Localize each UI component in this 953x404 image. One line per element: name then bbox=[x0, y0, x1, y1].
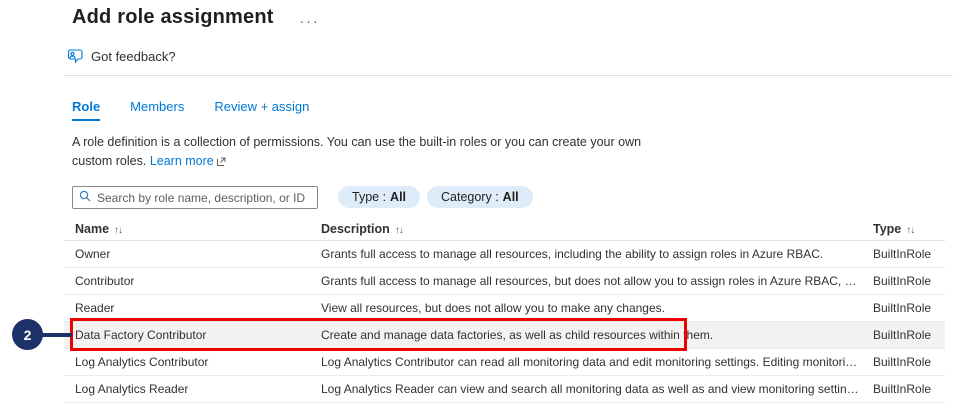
roles-table: Name↑↓ Description↑↓ Type↑↓ Owner Grants… bbox=[64, 218, 945, 403]
search-icon bbox=[79, 189, 91, 207]
role-description: Create and manage data factories, as wel… bbox=[310, 328, 862, 342]
type-filter-value: All bbox=[390, 190, 406, 204]
tab-members[interactable]: Members bbox=[130, 99, 184, 121]
sort-icon: ↑↓ bbox=[114, 225, 122, 236]
got-feedback-button[interactable]: Got feedback? bbox=[66, 49, 176, 64]
table-header-row: Name↑↓ Description↑↓ Type↑↓ bbox=[64, 218, 945, 241]
column-header-name[interactable]: Name↑↓ bbox=[64, 222, 310, 236]
type-filter-label: Type : bbox=[352, 190, 386, 204]
annotation-step-badge: 2 bbox=[12, 319, 43, 350]
feedback-label: Got feedback? bbox=[91, 49, 176, 64]
role-description: Log Analytics Contributor can read all m… bbox=[310, 355, 862, 369]
table-row-reader[interactable]: Reader View all resources, but does not … bbox=[64, 295, 945, 322]
role-type: BuiltInRole bbox=[862, 355, 945, 369]
role-type: BuiltInRole bbox=[862, 247, 945, 261]
tab-review-assign[interactable]: Review + assign bbox=[214, 99, 309, 121]
table-row-log-analytics-reader[interactable]: Log Analytics Reader Log Analytics Reade… bbox=[64, 376, 945, 403]
role-name: Contributor bbox=[64, 274, 310, 288]
table-row-owner[interactable]: Owner Grants full access to manage all r… bbox=[64, 241, 945, 268]
learn-more-label: Learn more bbox=[150, 154, 214, 168]
role-name: Owner bbox=[64, 247, 310, 261]
role-description: Grants full access to manage all resourc… bbox=[310, 247, 862, 261]
role-name: Log Analytics Contributor bbox=[64, 355, 310, 369]
sort-icon: ↑↓ bbox=[395, 225, 403, 236]
role-description: Grants full access to manage all resourc… bbox=[310, 274, 862, 288]
column-header-description[interactable]: Description↑↓ bbox=[310, 222, 862, 236]
feedback-icon bbox=[66, 49, 83, 64]
role-type: BuiltInRole bbox=[862, 301, 945, 315]
tab-role[interactable]: Role bbox=[72, 99, 100, 121]
table-row-log-analytics-contributor[interactable]: Log Analytics Contributor Log Analytics … bbox=[64, 349, 945, 376]
role-name: Reader bbox=[64, 301, 310, 315]
blade-header: Add role assignment ··· bbox=[72, 6, 320, 29]
role-type: BuiltInRole bbox=[862, 382, 945, 396]
category-filter-label: Category : bbox=[441, 190, 499, 204]
header-divider bbox=[64, 75, 953, 76]
column-header-type[interactable]: Type↑↓ bbox=[862, 222, 945, 236]
table-row-data-factory-contributor[interactable]: Data Factory Contributor Create and mana… bbox=[64, 322, 945, 349]
sort-icon: ↑↓ bbox=[906, 225, 914, 236]
role-description: View all resources, but does not allow y… bbox=[310, 301, 862, 315]
add-role-assignment-blade: Add role assignment ··· Got feedback? Ro… bbox=[0, 0, 953, 404]
role-name: Data Factory Contributor bbox=[64, 328, 310, 342]
role-type: BuiltInRole bbox=[862, 274, 945, 288]
learn-more-link[interactable]: Learn more bbox=[150, 154, 226, 168]
role-definition-description: A role definition is a collection of per… bbox=[72, 133, 650, 172]
role-name: Log Analytics Reader bbox=[64, 382, 310, 396]
category-filter-value: All bbox=[503, 190, 519, 204]
role-type: BuiltInRole bbox=[862, 328, 945, 342]
type-filter-pill[interactable]: Type : All bbox=[338, 186, 420, 208]
role-description: Log Analytics Reader can view and search… bbox=[310, 382, 862, 396]
search-input[interactable] bbox=[97, 191, 311, 205]
table-row-contributor[interactable]: Contributor Grants full access to manage… bbox=[64, 268, 945, 295]
page-title: Add role assignment bbox=[72, 6, 274, 29]
more-options-ellipsis-icon[interactable]: ··· bbox=[300, 8, 320, 28]
role-search-box bbox=[72, 186, 318, 209]
tab-bar: Role Members Review + assign bbox=[72, 99, 309, 121]
category-filter-pill[interactable]: Category : All bbox=[427, 186, 533, 208]
external-link-icon bbox=[217, 153, 226, 172]
